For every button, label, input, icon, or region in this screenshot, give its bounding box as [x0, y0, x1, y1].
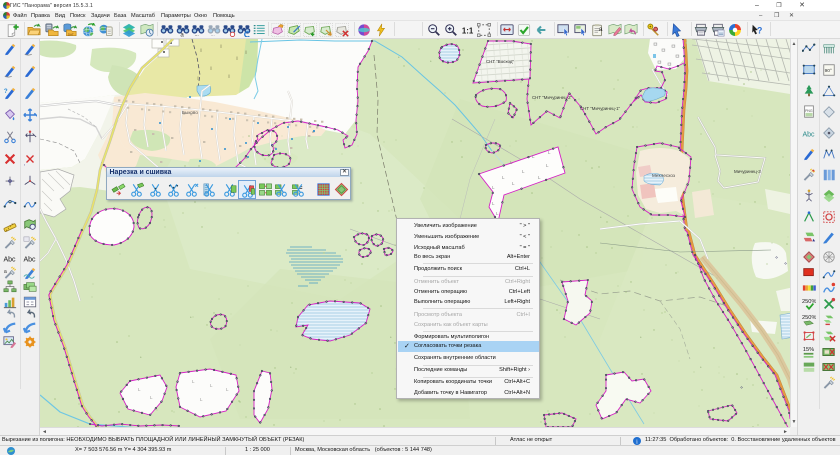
svg-text:||: ||: [220, 43, 222, 48]
svg-text:Мехлесхоз: Мехлесхоз: [652, 173, 675, 178]
svg-text:,: ,: [24, 161, 25, 166]
svg-text:||: ||: [228, 73, 230, 78]
svg-text:||: ||: [197, 75, 199, 80]
svg-text:СНТ "Восход": СНТ "Восход": [486, 59, 514, 64]
svg-text:DAT: DAT: [68, 32, 74, 36]
svg-text:PNG: PNG: [805, 109, 813, 113]
svg-text:Abc: Abc: [23, 257, 36, 264]
svg-text:||: ||: [210, 65, 212, 70]
svg-text:||: ||: [236, 55, 238, 60]
svg-text:Быково: Быково: [182, 110, 198, 115]
svg-text:a: a: [4, 269, 7, 275]
svg-text:Мичуринец-3: Мичуринец-3: [734, 169, 761, 174]
svg-text:a: a: [180, 32, 184, 37]
svg-text:⋄: ⋄: [740, 385, 743, 391]
svg-text:...: ...: [195, 32, 199, 37]
svg-text:СНТ "Мичуринец-2": СНТ "Мичуринец-2": [532, 95, 573, 100]
svg-text:⋄: ⋄: [784, 261, 787, 267]
svg-text:СНТ "Мичуринец-1": СНТ "Мичуринец-1": [580, 106, 621, 111]
svg-text:Abc: Abc: [802, 132, 815, 139]
svg-text:1:1: 1:1: [462, 27, 474, 36]
svg-text:?: ?: [4, 88, 8, 95]
svg-text:15%: 15%: [803, 347, 814, 353]
svg-text:||: ||: [245, 49, 247, 54]
svg-text:...: ...: [211, 32, 215, 37]
svg-text:Abc: Abc: [3, 257, 16, 264]
svg-text:250%: 250%: [802, 315, 816, 321]
svg-text:90°: 90°: [825, 68, 832, 74]
svg-text:⋄: ⋄: [775, 255, 778, 261]
svg-text:?: ?: [757, 26, 762, 36]
svg-text:||: ||: [200, 47, 202, 52]
svg-text:a: a: [599, 26, 603, 33]
